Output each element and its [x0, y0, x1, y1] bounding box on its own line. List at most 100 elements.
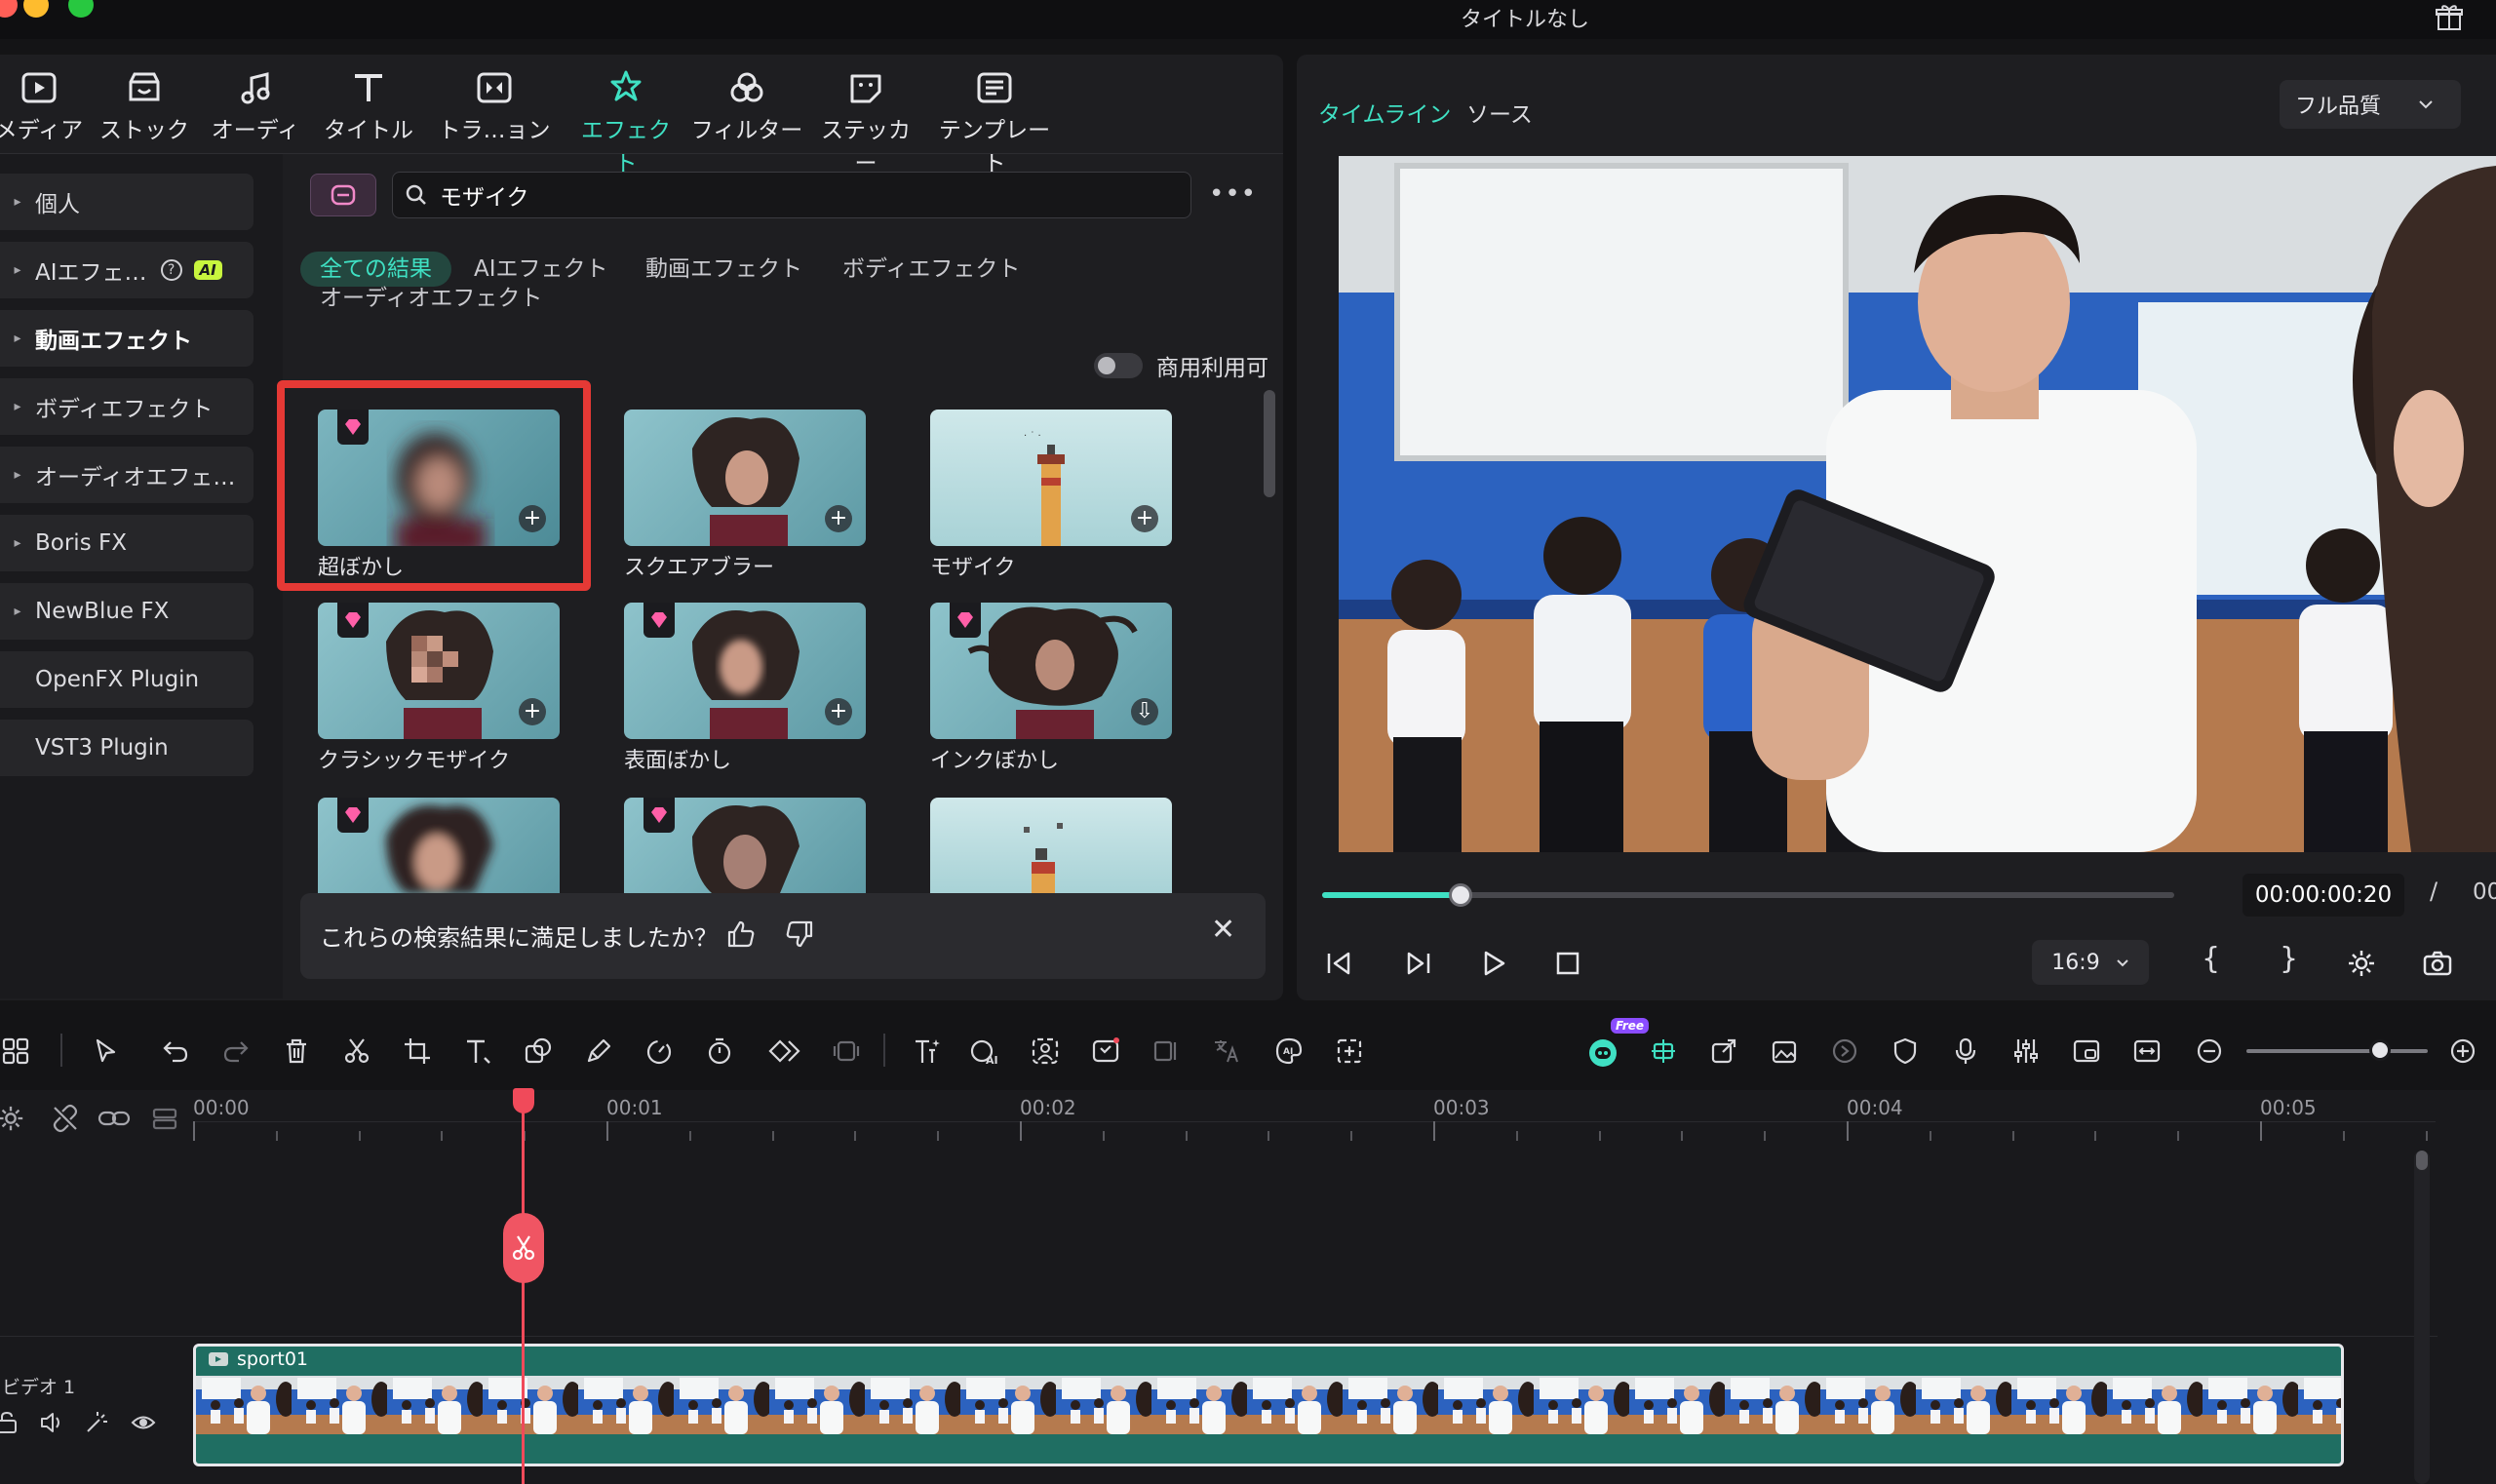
playhead-handle[interactable]	[513, 1088, 534, 1113]
auto-caption-icon[interactable]	[905, 1030, 948, 1073]
help-icon[interactable]: ?	[160, 259, 182, 281]
effect-card[interactable]	[930, 798, 1172, 893]
add-effect-button[interactable]: +	[825, 698, 852, 725]
effect-card[interactable]	[318, 798, 560, 893]
ai-copilot-icon[interactable]	[1581, 1030, 1624, 1073]
translate-icon[interactable]	[1205, 1030, 1248, 1073]
tab-source[interactable]: ソース	[1466, 96, 1533, 129]
tab-timeline[interactable]: タイムライン	[1318, 96, 1451, 129]
ai-color-palette-icon[interactable]: AI	[1268, 1030, 1310, 1073]
text-tool-icon[interactable]	[456, 1030, 499, 1073]
zoom-out-icon[interactable]	[2188, 1030, 2231, 1073]
zoom-in-icon[interactable]	[2441, 1030, 2484, 1073]
nav-media[interactable]: メディア	[0, 64, 90, 152]
effect-card[interactable]	[624, 798, 866, 893]
link-icon[interactable]	[98, 1104, 131, 1133]
zoom-slider-handle[interactable]	[2369, 1039, 2391, 1061]
timeline-settings-gear-icon[interactable]	[0, 1104, 25, 1133]
sidebar-item-body-effects[interactable]: ▸ ボディエフェクト	[0, 378, 254, 435]
sidebar-item-boris-fx[interactable]: ▸ Boris FX	[0, 515, 254, 571]
image-edit-icon[interactable]	[1763, 1030, 1806, 1073]
sidebar-item-newblue-fx[interactable]: ▸ NewBlue FX	[0, 583, 254, 640]
delete-trash-icon[interactable]	[275, 1030, 318, 1073]
picture-in-picture-icon[interactable]	[2065, 1030, 2108, 1073]
stabilize-icon[interactable]	[1823, 1030, 1866, 1073]
settings-gear-icon[interactable]	[2338, 940, 2385, 987]
search-box[interactable]	[392, 172, 1191, 218]
search-input[interactable]	[440, 182, 1122, 208]
video-clip[interactable]: sport01	[193, 1344, 2344, 1466]
nav-transition[interactable]: トラ…ョン	[437, 64, 552, 152]
shield-icon[interactable]	[1884, 1030, 1927, 1073]
microphone-icon[interactable]	[1944, 1030, 1987, 1073]
snapshot-camera-icon[interactable]	[2414, 940, 2461, 987]
zoom-slider-track[interactable]	[2246, 1049, 2428, 1053]
quality-dropdown[interactable]: フル品質	[2280, 80, 2461, 129]
effect-card-classic-mosaic[interactable]: +	[318, 603, 560, 739]
playback-progress-handle[interactable]	[1449, 883, 1472, 907]
ai-audio-icon[interactable]: AI	[963, 1030, 1006, 1073]
track-manager-icon[interactable]	[150, 1104, 179, 1133]
nav-title[interactable]: タイトル	[322, 64, 415, 152]
filter-tab-video-effects[interactable]: 動画エフェクト	[645, 252, 802, 287]
add-effect-button[interactable]: +	[825, 505, 852, 532]
auto-reframe-icon[interactable]	[1145, 1030, 1188, 1073]
freeze-frame-icon[interactable]	[825, 1030, 868, 1073]
prev-frame-button[interactable]	[1316, 940, 1363, 987]
thumbs-up-icon[interactable]	[725, 918, 757, 950]
effect-card-surface-blur[interactable]: +	[624, 603, 866, 739]
effect-card-square-blur[interactable]: +	[624, 410, 866, 546]
close-feedback-button[interactable]: ✕	[1211, 913, 1235, 947]
sidebar-item-personal[interactable]: ▸ 個人	[0, 174, 254, 230]
play-button[interactable]	[1470, 940, 1517, 987]
mark-in-button[interactable]: {	[2202, 942, 2220, 976]
mark-out-button[interactable]: }	[2280, 942, 2298, 976]
thumbs-down-icon[interactable]	[784, 918, 815, 950]
speed-ramp-icon[interactable]	[638, 1030, 681, 1073]
timer-duration-icon[interactable]	[698, 1030, 741, 1073]
nav-template[interactable]: テンプレート	[928, 64, 1061, 176]
filter-tab-audio-effects[interactable]: オーディオエフェクト	[320, 281, 542, 316]
nav-effects[interactable]: エフェクト	[571, 64, 681, 176]
commercial-use-toggle[interactable]	[1094, 353, 1143, 378]
effects-scrollbar[interactable]	[1264, 390, 1275, 497]
nav-audio[interactable]: オーディオ	[201, 64, 310, 176]
audio-mixer-icon[interactable]	[2005, 1030, 2048, 1073]
timeline-ruler[interactable]	[193, 1121, 2436, 1122]
playhead-line[interactable]	[522, 1100, 525, 1484]
beat-sync-icon[interactable]	[1642, 1030, 1685, 1073]
sidebar-item-openfx-plugin[interactable]: OpenFX Plugin	[0, 651, 254, 708]
select-pointer-icon[interactable]	[86, 1030, 129, 1073]
add-marker-icon[interactable]	[1328, 1030, 1371, 1073]
crop-icon[interactable]	[396, 1030, 439, 1073]
grid-layout-icon[interactable]	[0, 1030, 37, 1073]
effect-card-ink-blur[interactable]: ⇩	[930, 603, 1172, 739]
redo-icon[interactable]	[214, 1030, 257, 1073]
unlink-icon[interactable]	[51, 1104, 80, 1133]
fit-to-timeline-icon[interactable]	[2126, 1030, 2168, 1073]
undo-icon[interactable]	[154, 1030, 197, 1073]
track-visibility-eye-icon[interactable]	[131, 1410, 156, 1435]
track-audio-icon[interactable]	[39, 1410, 64, 1435]
search-mode-button[interactable]	[310, 174, 376, 216]
timeline-scroll-thumb[interactable]	[2416, 1151, 2428, 1170]
add-effect-button[interactable]: +	[519, 698, 546, 725]
filter-tab-body-effects[interactable]: ボディエフェクト	[842, 252, 1020, 287]
track-lock-icon[interactable]	[0, 1410, 20, 1435]
playhead-scissors-button[interactable]	[503, 1213, 544, 1283]
timeline-vertical-scrollbar[interactable]	[2414, 1151, 2430, 1484]
export-share-icon[interactable]	[1702, 1030, 1745, 1073]
nav-stock[interactable]: ストック	[98, 64, 191, 152]
sidebar-item-ai-effects[interactable]: ▸ AIエフェ…? AI	[0, 242, 254, 298]
video-preview[interactable]	[1339, 156, 2496, 852]
aspect-ratio-dropdown[interactable]: 16:9	[2032, 940, 2149, 985]
ai-portrait-icon[interactable]	[1024, 1030, 1067, 1073]
sidebar-item-video-effects[interactable]: ▸ 動画エフェクト	[0, 310, 254, 367]
shape-mask-icon[interactable]	[517, 1030, 560, 1073]
more-options-button[interactable]: •••	[1209, 179, 1256, 215]
download-effect-button[interactable]: ⇩	[1131, 698, 1158, 725]
smart-cutout-icon[interactable]	[1084, 1030, 1127, 1073]
current-timecode[interactable]: 00:00:00:20	[2242, 874, 2404, 917]
split-scissors-icon[interactable]	[335, 1030, 378, 1073]
gift-icon[interactable]	[2434, 2, 2465, 33]
